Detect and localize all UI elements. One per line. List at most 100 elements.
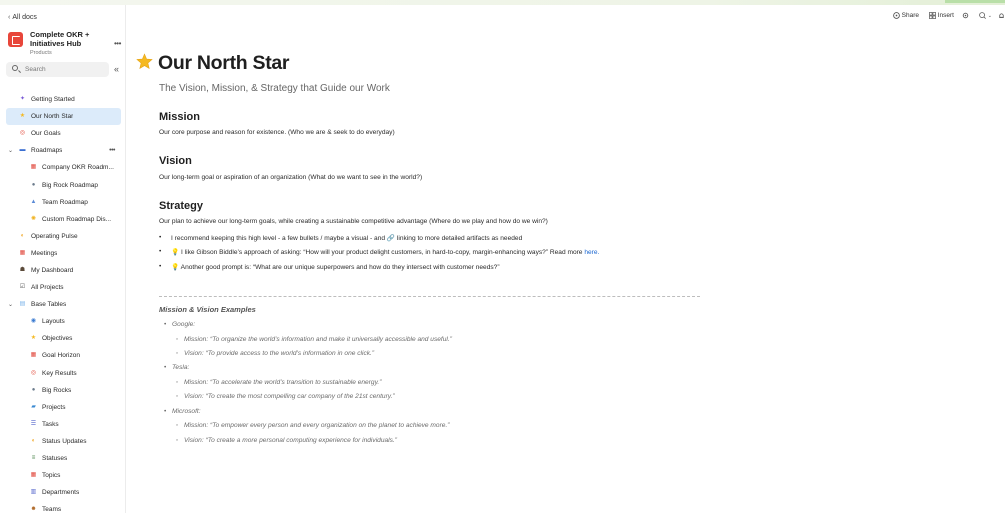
sidebar-item-projects[interactable]: ▰ Projects xyxy=(6,399,121,416)
doc-more-icon[interactable]: ••• xyxy=(114,39,121,48)
pulse-icon: ◐ xyxy=(20,232,25,239)
checkbox-icon: ☑ xyxy=(19,284,26,291)
team-icon: ☻ xyxy=(30,506,37,513)
mountain-icon: ▲ xyxy=(30,198,37,205)
mission-heading: Mission xyxy=(159,111,200,123)
star-icon: ★ xyxy=(30,335,37,342)
sidebar-item-label: My Dashboard xyxy=(31,266,74,274)
sidebar-item-label: Goal Horizon xyxy=(42,352,80,360)
sidebar-item-tasks[interactable]: ☰ Tasks xyxy=(6,416,121,433)
sidebar-item-all-projects[interactable]: ☑ All Projects xyxy=(6,279,121,296)
chevron-down-icon[interactable]: ⌄ xyxy=(8,147,13,154)
sidebar-item-label: Tasks xyxy=(42,420,59,428)
sidebar-item-label: Status Updates xyxy=(42,437,87,445)
sidebar-item-label: Our North Star xyxy=(31,113,74,121)
bullet-3-text: 💡 Another good prompt is: “What are our … xyxy=(171,264,500,271)
list-icon: ☰ xyxy=(30,420,37,427)
sidebar-item-layouts[interactable]: ◉ Layouts xyxy=(6,313,121,330)
sidebar-item-label: Meetings xyxy=(31,249,58,257)
table-icon: ▤ xyxy=(19,301,26,308)
example-mission: Mission: “To accelerate the world’s tran… xyxy=(176,379,381,386)
here-link[interactable]: here. xyxy=(584,249,599,256)
search-input[interactable]: Search xyxy=(6,62,109,77)
sidebar-item-operating-pulse[interactable]: ◐ Operating Pulse xyxy=(6,228,121,245)
stack-icon: ≡ xyxy=(31,455,36,462)
doc-icon xyxy=(8,32,23,47)
sidebar-item-custom-roadmap-dis[interactable]: ✺ Custom Roadmap Dis... xyxy=(6,211,121,228)
calendar-icon: ▦ xyxy=(30,164,37,171)
sidebar-item-goal-horizon[interactable]: ▦ Goal Horizon xyxy=(6,347,121,364)
sidebar-item-label: Company OKR Roadm... xyxy=(42,164,114,172)
sidebar-item-teams[interactable]: ☻ Teams xyxy=(6,501,121,513)
sidebar-item-statuses[interactable]: ≡ Statuses xyxy=(6,450,121,467)
sidebar-item-base-tables[interactable]: ⌄ ▤ Base Tables xyxy=(6,296,121,313)
sidebar-item-label: Topics xyxy=(42,472,61,480)
page-subtitle: The Vision, Mission, & Strategy that Gui… xyxy=(159,83,390,94)
star-icon xyxy=(136,53,153,70)
strategy-text: Our plan to achieve our long-term goals,… xyxy=(159,218,548,225)
all-docs-label: All docs xyxy=(12,14,37,21)
car-icon: ▬ xyxy=(19,147,26,154)
search-placeholder: Search xyxy=(25,66,46,73)
sidebar-item-departments[interactable]: ▥ Departments xyxy=(6,484,121,501)
sidebar-item-status-updates[interactable]: ◐ Status Updates xyxy=(6,433,121,450)
strategy-heading: Strategy xyxy=(159,200,204,212)
chevron-down-icon[interactable]: ⌄ xyxy=(8,301,13,308)
sidebar-item-company-okr-roadm[interactable]: ▦ Company OKR Roadm... xyxy=(6,159,121,176)
sidebar-item-roadmaps[interactable]: ⌄ ▬ Roadmaps ••• xyxy=(6,142,121,159)
target-icon: ◎ xyxy=(19,130,26,137)
main-content: Our North Star The Vision, Mission, & St… xyxy=(127,5,1005,513)
sidebar-item-label: Team Roadmap xyxy=(42,198,88,206)
doc-title[interactable]: Complete OKR + Initiatives Hub xyxy=(30,30,110,48)
sidebar-item-label: Layouts xyxy=(42,318,65,326)
sidebar-item-our-goals[interactable]: ◎ Our Goals xyxy=(6,125,121,142)
vision-heading: Vision xyxy=(159,155,192,167)
more-icon[interactable]: ••• xyxy=(109,147,115,154)
calendar-icon: ▦ xyxy=(30,472,37,479)
section-divider xyxy=(159,296,700,297)
sidebar-item-meetings[interactable]: ▦ Meetings xyxy=(6,245,121,262)
bullet-1-text: I recommend keeping this high level - a … xyxy=(171,235,523,242)
target-icon: ◎ xyxy=(30,369,37,376)
example-company: Tesla: xyxy=(164,364,190,371)
bullet-2-text: 💡 I like Gibson Biddle’s approach of ask… xyxy=(171,248,599,256)
rock-icon: ● xyxy=(31,386,36,393)
sidebar-item-label: Our Goals xyxy=(31,130,61,138)
sidebar-item-objectives[interactable]: ★ Objectives xyxy=(6,330,121,347)
eye-icon: ◉ xyxy=(30,318,37,325)
collapse-sidebar-icon[interactable]: « xyxy=(114,64,119,74)
doc-subtitle: Products xyxy=(30,50,52,56)
sidebar-item-key-results[interactable]: ◎ Key Results xyxy=(6,365,121,382)
sidebar-item-team-roadmap[interactable]: ▲ Team Roadmap xyxy=(6,194,121,211)
bullet-2-body: 💡 I like Gibson Biddle’s approach of ask… xyxy=(171,249,583,256)
sidebar-item-topics[interactable]: ▦ Topics xyxy=(6,467,121,484)
sidebar-item-label: Projects xyxy=(42,403,66,411)
building-icon: ▥ xyxy=(30,489,37,496)
example-vision: Vision: “To create the most compelling c… xyxy=(176,393,395,400)
sidebar-item-label: Big Rock Roadmap xyxy=(42,181,98,189)
person-icon: ☗ xyxy=(19,266,26,273)
calendar-icon: ▦ xyxy=(19,249,26,256)
sidebar-item-label: Getting Started xyxy=(31,96,75,104)
sidebar-item-label: All Projects xyxy=(31,284,64,292)
sidebar-item-label: Base Tables xyxy=(31,301,67,309)
sidebar-item-label: Big Rocks xyxy=(42,386,72,394)
example-mission: Mission: “To empower every person and ev… xyxy=(176,422,449,429)
bulb-icon: ✺ xyxy=(30,215,37,222)
sidebar-item-big-rocks[interactable]: ● Big Rocks xyxy=(6,382,121,399)
sidebar-item-my-dashboard[interactable]: ☗ My Dashboard xyxy=(6,262,121,279)
calendar-icon: ▦ xyxy=(30,352,37,359)
all-docs-link[interactable]: ‹ All docs xyxy=(8,14,37,21)
folder-icon: ▰ xyxy=(31,403,36,410)
sidebar-item-label: Objectives xyxy=(42,335,73,343)
vision-text: Our long-term goal or aspiration of an o… xyxy=(159,174,423,181)
sidebar: ‹ All docs Complete OKR + Initiatives Hub… xyxy=(0,5,126,513)
sidebar-item-label: Custom Roadmap Dis... xyxy=(42,215,111,223)
sidebar-item-getting-started[interactable]: ✦ Getting Started xyxy=(6,91,121,108)
mission-text: Our core purpose and reason for existenc… xyxy=(159,129,395,136)
sidebar-item-our-north-star[interactable]: ★ Our North Star xyxy=(6,108,121,126)
sidebar-item-label: Departments xyxy=(42,489,80,497)
sidebar-item-big-rock-roadmap[interactable]: ● Big Rock Roadmap xyxy=(6,176,121,193)
top-accent xyxy=(945,0,1005,3)
page-title: Our North Star xyxy=(158,52,290,74)
